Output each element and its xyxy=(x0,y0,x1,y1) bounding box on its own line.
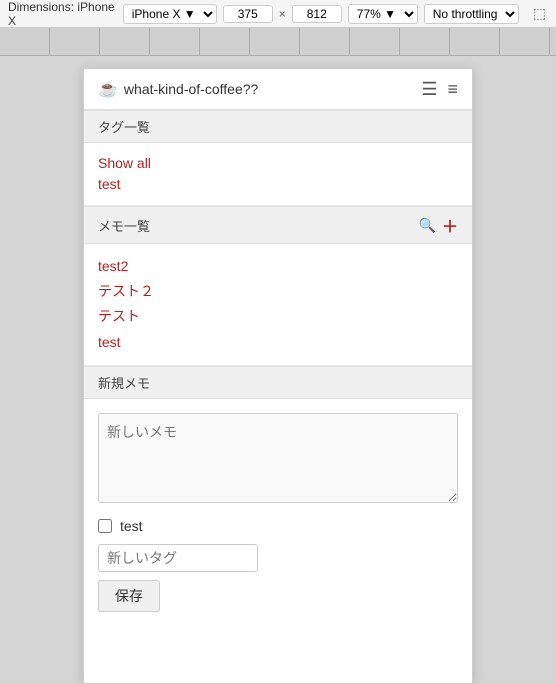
ruler-ticks xyxy=(0,28,556,55)
new-memo-section-title: 新規メモ xyxy=(98,373,150,392)
checkbox-row: test xyxy=(98,518,458,534)
rotate-button[interactable]: ⬚ xyxy=(531,5,548,22)
ruler-area xyxy=(0,28,556,56)
phone-wrapper: ☕ what-kind-of-coffee?? ☰ ≡ タグ一覧 Show al… xyxy=(0,56,556,684)
checkbox-label: test xyxy=(120,518,143,534)
test-tag-link[interactable]: test xyxy=(98,174,458,195)
throttle-select[interactable]: No throttling xyxy=(424,4,519,24)
memo-textarea[interactable] xyxy=(98,413,458,503)
app-navbar: ☕ what-kind-of-coffee?? ☰ ≡ xyxy=(84,69,472,110)
app-brand: ☕ what-kind-of-coffee?? xyxy=(98,79,258,99)
list-item[interactable]: test2 xyxy=(98,254,458,279)
hamburger-button[interactable]: ≡ xyxy=(447,80,458,98)
memo-header-icons: 🔍 ＋ xyxy=(419,213,458,237)
x-separator: × xyxy=(279,7,286,21)
brand-name: what-kind-of-coffee?? xyxy=(124,81,258,97)
test-checkbox[interactable] xyxy=(98,519,112,533)
toolbar: Dimensions: iPhone X iPhone X ▼ × 77% ▼ … xyxy=(0,0,556,28)
coffee-icon: ☕ xyxy=(98,79,118,99)
list-item[interactable]: test xyxy=(98,330,458,355)
add-icon: ＋ xyxy=(442,219,458,236)
new-memo-section-header: 新規メモ xyxy=(84,366,472,399)
tag-section-header: タグ一覧 xyxy=(84,110,472,143)
lines-icon: ≡ xyxy=(447,79,458,99)
dimensions-label: Dimensions: iPhone X xyxy=(8,0,117,28)
list-item[interactable]: テスト２ xyxy=(98,279,458,304)
new-tag-input[interactable] xyxy=(98,544,258,572)
phone-screen: ☕ what-kind-of-coffee?? ☰ ≡ タグ一覧 Show al… xyxy=(83,68,473,684)
tag-section-title: タグ一覧 xyxy=(98,117,150,136)
save-button[interactable]: 保存 xyxy=(98,580,160,612)
bottom-spacer xyxy=(84,626,472,684)
new-memo-form: test 保存 xyxy=(84,399,472,626)
menu-button[interactable]: ☰ xyxy=(421,80,437,98)
width-input[interactable] xyxy=(223,5,273,23)
memo-section-title: メモ一覧 xyxy=(98,216,150,235)
memo-section-header: メモ一覧 🔍 ＋ xyxy=(84,206,472,244)
zoom-select[interactable]: 77% ▼ xyxy=(348,4,418,24)
list-item[interactable]: テスト xyxy=(98,304,458,329)
add-memo-button[interactable]: ＋ xyxy=(442,213,458,237)
search-icon: 🔍 xyxy=(419,217,436,233)
height-input[interactable] xyxy=(292,5,342,23)
navbar-icons: ☰ ≡ xyxy=(421,80,458,98)
device-select[interactable]: iPhone X ▼ xyxy=(123,4,217,24)
show-all-link[interactable]: Show all xyxy=(98,153,458,174)
memo-list: test2 テスト２ テスト test xyxy=(84,244,472,366)
search-button[interactable]: 🔍 xyxy=(419,213,436,237)
tag-list: Show all test xyxy=(84,143,472,206)
hamburger-icon: ☰ xyxy=(421,79,437,99)
